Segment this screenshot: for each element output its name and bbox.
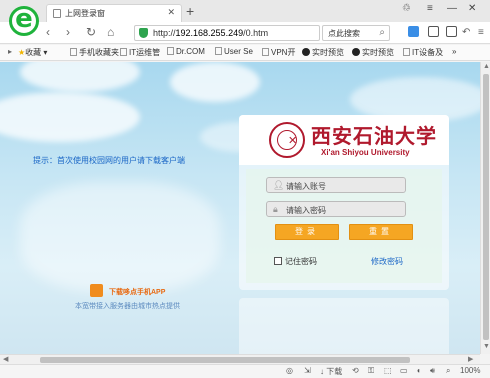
reload-icon[interactable]: ↻	[86, 25, 96, 39]
more-bookmarks-icon[interactable]: »	[452, 47, 456, 56]
bookmark-it-ops[interactable]: IT运维管	[120, 47, 160, 58]
extensions-icon[interactable]	[408, 26, 419, 37]
cloud	[170, 62, 260, 102]
username-field[interactable]: 👤︎ 请输入账号	[266, 177, 406, 193]
shirt-icon[interactable]: ♲	[402, 3, 411, 14]
address-bar[interactable]: http://192.168.255.249/0.htm	[134, 25, 320, 41]
shield-icon	[139, 28, 148, 38]
share-icon[interactable]: ⟲	[352, 366, 359, 375]
cloud	[20, 62, 140, 92]
bookmark-favorites[interactable]: ★收藏 ▾	[18, 47, 47, 58]
university-name-en: Xi'an Shiyou University	[321, 148, 410, 157]
bookmark-mobile[interactable]: 手机收藏夹	[70, 47, 119, 58]
folder-icon	[70, 48, 77, 56]
phone-icon[interactable]	[428, 26, 439, 37]
audio-icon[interactable]: ◖	[416, 366, 421, 375]
login-panel: ✕ 西安石油大学 Xi'an Shiyou University 👤︎ 请输入账…	[239, 115, 449, 290]
user-icon: 👤︎	[273, 180, 285, 190]
password-placeholder: 请输入密码	[286, 206, 326, 215]
undo-icon[interactable]: ↶	[462, 27, 470, 38]
page-icon	[120, 48, 127, 56]
back-icon[interactable]: ‹	[46, 25, 50, 39]
lock-icon: 🔒︎	[273, 204, 278, 214]
lock-status-icon[interactable]: ⚿	[368, 366, 374, 376]
screenshot-icon[interactable]	[446, 26, 457, 37]
device-icon[interactable]: ▭	[400, 366, 408, 375]
search-label: 点此搜索	[328, 29, 360, 38]
search-box[interactable]: 点此搜索 ⌕	[322, 25, 390, 41]
remember-checkbox[interactable]	[274, 257, 282, 265]
password-field[interactable]: 🔒︎ 请输入密码	[266, 201, 406, 217]
close-window-icon[interactable]: ✕	[468, 3, 476, 14]
title-bar: 上网登录窗 ✕ + ♲ ≡ — ✕	[0, 0, 490, 22]
bookmark-vpn[interactable]: VPN开	[262, 47, 295, 58]
browser-logo-icon: e	[9, 6, 39, 36]
university-header: ✕ 西安石油大学 Xi'an Shiyou University	[239, 115, 449, 165]
remember-password[interactable]: 记住密码	[274, 256, 317, 267]
university-seal-icon: ✕	[269, 122, 305, 158]
cloud	[0, 92, 140, 142]
page-icon	[215, 47, 222, 55]
browser-tab[interactable]: 上网登录窗 ✕	[46, 4, 182, 22]
menu-icon[interactable]: ≡	[427, 3, 433, 14]
close-tab-icon[interactable]: ✕	[167, 7, 175, 18]
username-placeholder: 请输入账号	[286, 182, 326, 191]
zoom-level[interactable]: 100%	[460, 366, 480, 375]
camera-icon	[352, 48, 360, 56]
home-icon[interactable]: ⌂	[107, 25, 114, 39]
page-icon	[53, 9, 61, 18]
login-page: 提示：首次使用校园网的用户请下载客户端 下载哆点手机APP 本宽带接入服务器由城…	[0, 62, 480, 354]
url-text: http://192.168.255.249/0.htm	[153, 28, 269, 38]
scroll-right-icon[interactable]: ▶	[468, 355, 473, 363]
volume-icon[interactable]: 🔊︎	[430, 366, 435, 376]
page-icon	[403, 48, 410, 56]
sidebar-toggle-icon[interactable]: ▸	[8, 47, 12, 56]
bookmark-it-devices[interactable]: IT设备及	[403, 47, 443, 58]
navigation-bar: ‹ › ↻ ⌂ http://192.168.255.249/0.htm 点此搜…	[0, 22, 490, 44]
bookmark-user[interactable]: User Se	[215, 47, 253, 56]
cast-icon[interactable]: ⬚	[384, 366, 392, 375]
bookmarks-bar: ▸ ★收藏 ▾ 手机收藏夹 IT运维管 Dr.COM User Se VPN开 …	[0, 45, 490, 61]
provider-note: 本宽带接入服务器由城市热点提供	[75, 303, 180, 310]
download-app-link[interactable]: 下载哆点手机APP	[109, 287, 165, 297]
vertical-scroll-thumb[interactable]	[483, 74, 489, 340]
pin-icon[interactable]: ⇲	[304, 366, 311, 375]
new-tab-icon[interactable]: +	[186, 3, 194, 19]
search-icon[interactable]: ⌕	[379, 27, 385, 38]
scroll-down-icon[interactable]: ▼	[483, 343, 490, 350]
change-password-link[interactable]: 修改密码	[371, 256, 403, 267]
bookmark-live-1[interactable]: 实时预览	[302, 47, 344, 58]
page-icon	[262, 48, 269, 56]
bookmark-live-2[interactable]: 实时预览	[352, 47, 394, 58]
status-bar: ◎ ⇲ ↓ 下载 ⟲ ⚿ ⬚ ▭ ◖ 🔊︎ ⌕ 100%	[0, 364, 490, 378]
horizontal-scrollbar[interactable]: ◀ ▶	[0, 354, 480, 364]
shield-status-icon[interactable]: ◎	[286, 366, 293, 375]
vertical-scrollbar[interactable]: ▲ ▼	[480, 62, 490, 354]
scroll-up-icon[interactable]: ▲	[483, 63, 490, 70]
download-button[interactable]: ↓ 下载	[320, 366, 342, 377]
reset-button[interactable]: 重置	[349, 224, 413, 240]
login-button[interactable]: 登录	[275, 224, 339, 240]
university-name-cn: 西安石油大学	[311, 124, 437, 148]
scroll-left-icon[interactable]: ◀	[3, 355, 8, 363]
bookmark-drcom[interactable]: Dr.COM	[167, 47, 205, 56]
more-menu-icon[interactable]: ≡	[478, 27, 484, 38]
cloud	[20, 182, 220, 292]
app-icon	[90, 284, 103, 297]
forward-icon[interactable]: ›	[66, 25, 70, 39]
camera-icon	[302, 48, 310, 56]
horizontal-scroll-thumb[interactable]	[40, 357, 410, 363]
client-download-hint[interactable]: 提示：首次使用校园网的用户请下载客户端	[33, 155, 185, 166]
tab-title: 上网登录窗	[65, 9, 105, 18]
zoom-icon[interactable]: ⌕	[446, 366, 450, 376]
page-icon	[167, 47, 174, 55]
login-panel-footer	[239, 298, 449, 354]
minimize-icon[interactable]: —	[447, 3, 457, 14]
